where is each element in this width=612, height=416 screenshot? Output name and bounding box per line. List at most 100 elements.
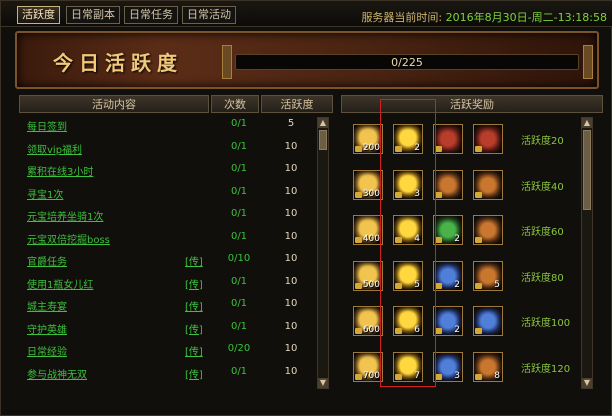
reward-item-qty: 5: [494, 279, 500, 290]
reward-item-blue-icon[interactable]: [473, 306, 503, 336]
reward-item-gold-icon[interactable]: 400: [353, 215, 383, 245]
reward-item-gold-icon[interactable]: 700: [353, 351, 383, 382]
reward-item-qty: 8: [494, 370, 500, 381]
reward-item-coin-icon[interactable]: 2: [393, 124, 423, 154]
reward-item-qty: 400: [362, 234, 380, 244]
teleport-link[interactable]: [传]: [185, 366, 203, 381]
reward-list-scrollbar[interactable]: ▲ ▼: [581, 117, 593, 389]
reward-item-qty: 700: [362, 370, 380, 381]
activity-row: 官爵任务 [传] 0/10 10: [19, 250, 311, 270]
reward-item-qty: 6: [414, 325, 420, 335]
tab-daily-event[interactable]: 日常活动: [182, 6, 236, 24]
activity-row: 元宝培养坐骑1次 0/1 10: [19, 205, 311, 225]
reward-item-orange-icon[interactable]: 5: [473, 260, 503, 291]
reward-threshold-label: 活跃度120: [521, 363, 571, 375]
tab-daily-quest[interactable]: 日常任务: [124, 6, 178, 24]
reward-item-orange-icon[interactable]: [473, 169, 503, 200]
reward-item-coin-icon[interactable]: 5: [393, 260, 423, 291]
header-activity-score: 活跃度: [261, 95, 333, 113]
activity-score: 10: [284, 163, 298, 174]
lock-icon: [355, 146, 362, 152]
reward-item-green-icon[interactable]: 2: [433, 215, 463, 245]
reward-item-coin-icon[interactable]: 4: [393, 215, 423, 245]
reward-item-coin-icon[interactable]: 7: [393, 351, 423, 382]
activity-name-link[interactable]: 日常经验: [27, 343, 67, 358]
activity-name-link[interactable]: 城主寿宴: [27, 298, 67, 313]
reward-item-qty: 2: [454, 325, 460, 335]
activity-count: 0/1: [230, 185, 248, 197]
header-count: 次数: [211, 95, 259, 113]
activity-list: 每日签到 0/1 5 领取vip福利 0/1 10 累积在线3小时 0/1 10 寻宝1次 0/1 1…: [19, 115, 311, 393]
reward-item-red-icon[interactable]: [433, 124, 463, 154]
activity-count: 0/20: [227, 343, 251, 354]
reward-item-coin-icon[interactable]: 6: [393, 306, 423, 336]
reward-item-coin-icon[interactable]: 3: [393, 169, 423, 200]
lock-icon: [395, 373, 402, 380]
lock-icon: [435, 328, 442, 334]
scroll-down-icon[interactable]: ▼: [582, 378, 592, 388]
scroll-down-icon[interactable]: ▼: [318, 378, 328, 388]
activity-name-link[interactable]: 参与战神无双: [27, 366, 87, 381]
activity-name-link[interactable]: 守护英雄: [27, 321, 67, 336]
teleport-link[interactable]: [传]: [185, 343, 203, 358]
reward-item-qty: 2: [414, 143, 420, 153]
reward-item-qty: 3: [414, 188, 420, 199]
scroll-up-icon[interactable]: ▲: [582, 118, 592, 128]
activity-name-link[interactable]: 累积在线3小时: [27, 163, 93, 178]
activity-count: 0/1: [230, 275, 248, 287]
activity-row: 元宝双倍挖掘boss 0/1 10: [19, 228, 311, 248]
activity-score: 5: [287, 118, 295, 129]
activity-count: 0/1: [230, 118, 248, 129]
lock-icon: [435, 373, 442, 380]
scroll-thumb[interactable]: [583, 130, 591, 210]
activity-progress-text: 0/225: [391, 56, 423, 69]
activity-name-link[interactable]: 官爵任务: [27, 253, 67, 268]
reward-item-gold-icon[interactable]: 200: [353, 124, 383, 154]
scroll-up-icon[interactable]: ▲: [318, 118, 328, 128]
reward-threshold-label: 活跃度60: [521, 227, 564, 238]
reward-item-gold-icon[interactable]: 600: [353, 306, 383, 336]
reward-item-gold-icon[interactable]: 500: [353, 260, 383, 291]
activity-name-link[interactable]: 使用1瓶女儿红: [27, 276, 93, 291]
activity-score: 10: [284, 253, 298, 264]
activity-count: 0/1: [230, 365, 248, 377]
teleport-link[interactable]: [传]: [185, 253, 203, 268]
activity-list-scrollbar[interactable]: ▲ ▼: [317, 117, 329, 389]
activity-name-link[interactable]: 元宝双倍挖掘boss: [27, 231, 110, 246]
reward-item-qty: 7: [414, 370, 420, 381]
page-title: 今日活跃度: [53, 51, 183, 75]
activity-score: 10: [284, 365, 298, 377]
teleport-link[interactable]: [传]: [185, 276, 203, 291]
reward-item-gold-icon[interactable]: 300: [353, 169, 383, 200]
activity-name-link[interactable]: 每日签到: [27, 118, 67, 133]
reward-item-orange-icon[interactable]: 8: [473, 351, 503, 382]
reward-row: 200 2 活跃度20: [345, 117, 585, 161]
activity-name-link[interactable]: 元宝培养坐骑1次: [27, 208, 103, 223]
lock-icon: [355, 191, 362, 198]
reward-row: 300 3 活跃度40: [345, 163, 585, 207]
reward-item-blue-icon[interactable]: 2: [433, 306, 463, 336]
scroll-thumb[interactable]: [319, 130, 327, 150]
activity-count: 0/1: [230, 163, 248, 174]
lock-icon: [435, 191, 442, 198]
reward-item-red-icon[interactable]: [473, 124, 503, 154]
reward-item-blue-icon[interactable]: 3: [433, 351, 463, 382]
tab-activity[interactable]: 活跃度: [17, 6, 60, 24]
reward-item-qty: 200: [362, 143, 380, 153]
activity-window: 活跃度 日常副本 日常任务 日常活动 服务器当前时间: 2016年8月30日-周…: [0, 0, 612, 416]
teleport-link[interactable]: [传]: [185, 321, 203, 336]
tab-daily-dungeon[interactable]: 日常副本: [66, 6, 120, 24]
reward-item-orange-icon[interactable]: [473, 215, 503, 245]
progress-right-ornament: [583, 45, 593, 79]
activity-list-panel: 活动内容 次数 活跃度 每日签到 0/1 5 领取vip福利 0/1 10 累积在线3小时 0…: [19, 95, 333, 395]
activity-name-link[interactable]: 领取vip福利: [27, 141, 82, 156]
reward-item-blue-icon[interactable]: 2: [433, 260, 463, 291]
lock-icon: [475, 328, 482, 334]
lock-icon: [395, 328, 402, 334]
activity-name-link[interactable]: 寻宝1次: [27, 186, 63, 201]
reward-threshold-label: 活跃度100: [521, 318, 571, 329]
teleport-link[interactable]: [传]: [185, 298, 203, 313]
reward-item-qty: 3: [454, 370, 460, 381]
reward-item-orange-icon[interactable]: [433, 169, 463, 200]
reward-row: 400 4 2 活跃度60: [345, 208, 585, 252]
